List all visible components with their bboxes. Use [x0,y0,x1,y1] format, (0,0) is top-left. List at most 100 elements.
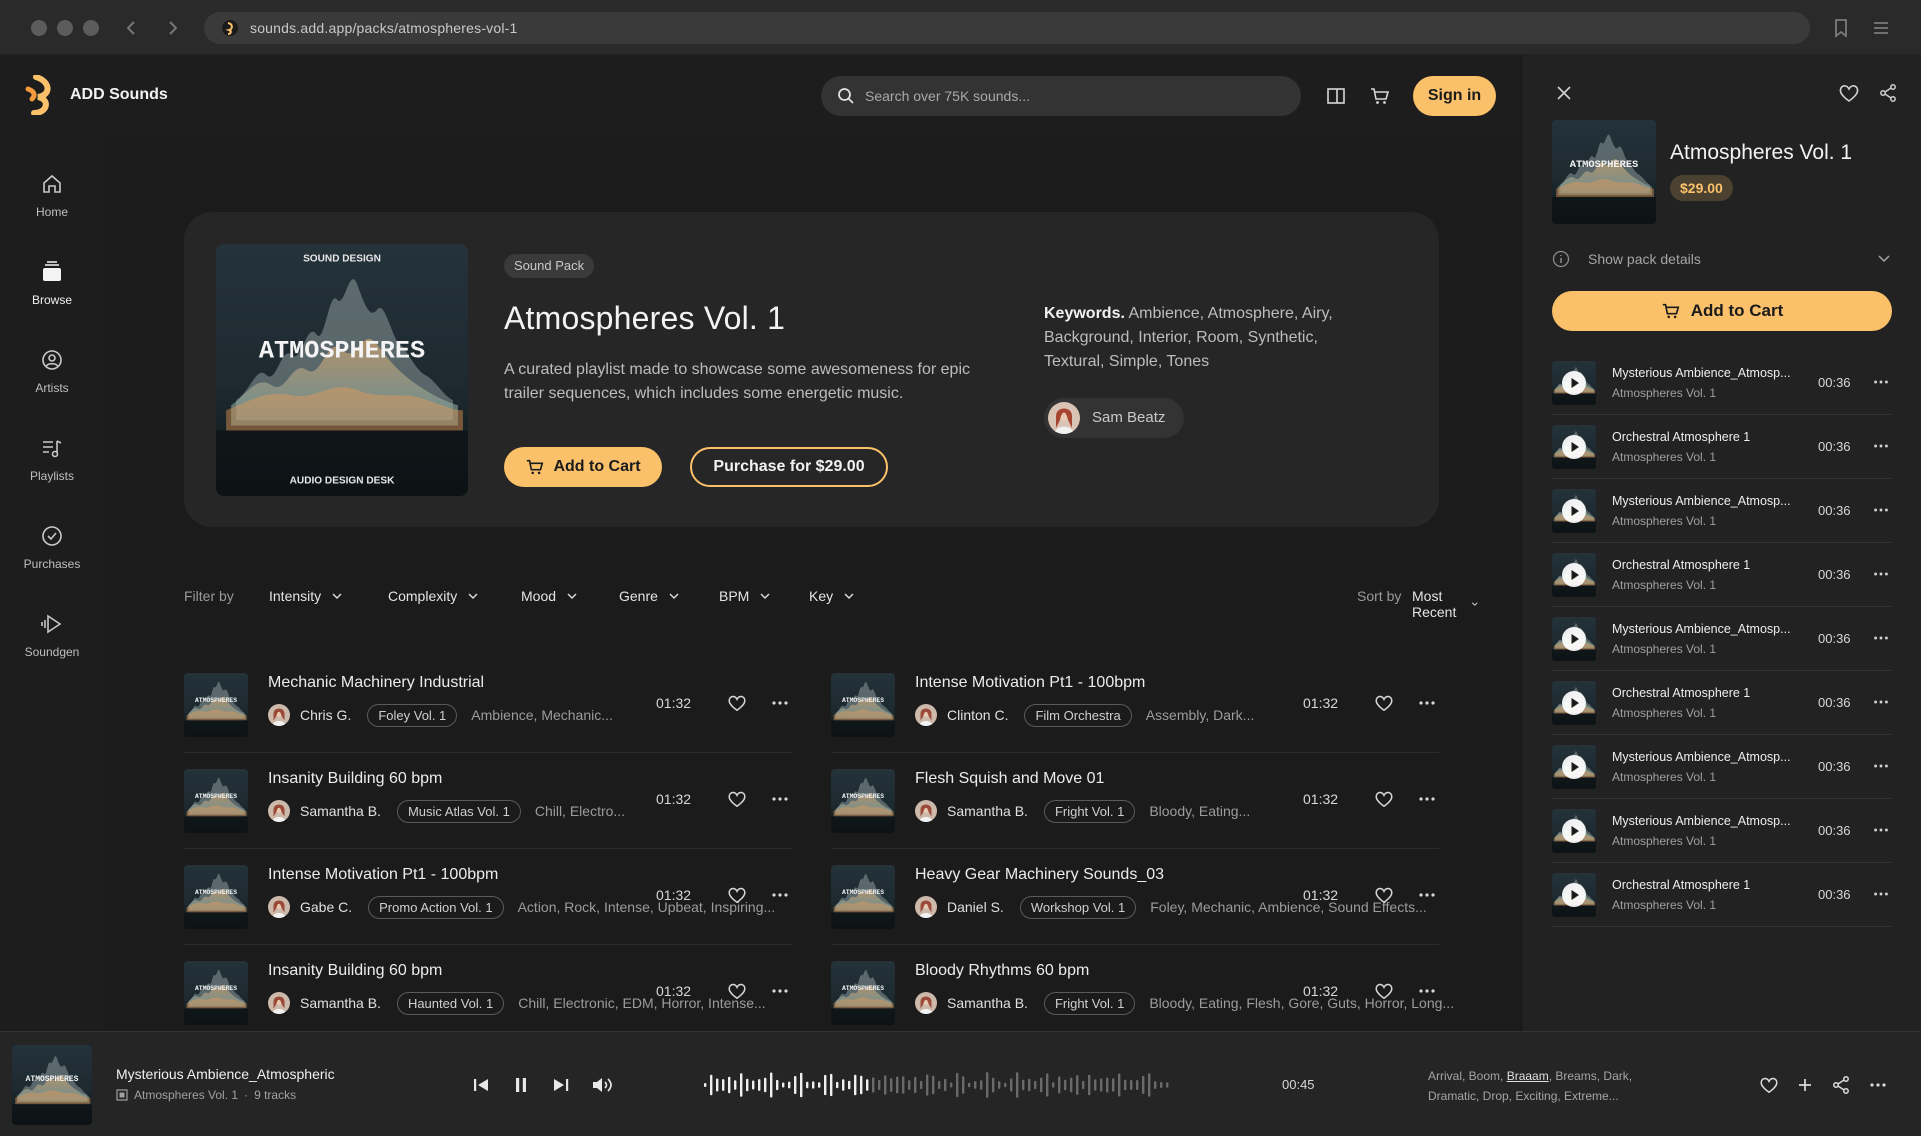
track-row[interactable]: ATMOSPHERES Insanity Building 60 bpm Saman… [184,945,792,1031]
heart-icon[interactable] [727,693,747,713]
add-to-cart-button[interactable]: Add to Cart [504,447,662,487]
heart-icon[interactable] [1838,83,1859,103]
track-pack-chip[interactable]: Fright Vol. 1 [1043,799,1136,823]
more-icon[interactable] [1872,629,1890,647]
panel-track-row[interactable]: Orchestral Atmosphere 1 Atmospheres Vol. … [1552,671,1892,735]
pause-icon[interactable] [510,1074,532,1096]
track-row[interactable]: ATMOSPHERES Intense Motivation Pt1 - 100b… [831,657,1439,753]
forward-icon[interactable] [160,16,184,40]
share-icon[interactable] [1878,83,1898,103]
filter-intensity[interactable]: Intensity [269,588,343,604]
more-icon[interactable] [1872,565,1890,583]
filter-bpm[interactable]: BPM [719,588,771,604]
more-icon[interactable] [1868,1075,1888,1095]
filter-genre[interactable]: Genre [619,588,680,604]
track-artist[interactable]: Gabe C. [300,899,352,915]
track-artist[interactable]: Samantha B. [947,803,1028,819]
window-minimize-dot[interactable] [57,20,73,36]
brand-name[interactable]: ADD Sounds [70,86,168,104]
more-icon[interactable] [1872,693,1890,711]
search-bar[interactable] [821,76,1301,116]
track-title[interactable]: Insanity Building 60 bpm [268,962,442,980]
next-track-icon[interactable] [550,1074,572,1096]
previous-track-icon[interactable] [470,1074,492,1096]
show-pack-details-toggle[interactable]: Show pack details [1552,247,1892,271]
track-row[interactable]: ATMOSPHERES Heavy Gear Machinery Sounds_0… [831,849,1439,945]
panel-add-to-cart-button[interactable]: Add to Cart [1552,291,1892,331]
window-close-dot[interactable] [31,20,47,36]
panel-track-row[interactable]: Mysterious Ambience_Atmosp... Atmospheres… [1552,799,1892,863]
back-icon[interactable] [120,16,144,40]
track-pack-chip[interactable]: Film Orchestra [1024,703,1132,727]
track-pack-chip[interactable]: Music Atlas Vol. 1 [396,799,521,823]
panel-track-title[interactable]: Mysterious Ambience_Atmosp... [1612,750,1791,764]
heart-icon[interactable] [1374,981,1394,1001]
sidebar-item-soundgen[interactable]: Soundgen [0,611,104,681]
track-pack-chip[interactable]: Promo Action Vol. 1 [368,895,504,919]
more-icon[interactable] [770,693,790,713]
sidebar-item-artists[interactable]: Artists [0,347,104,417]
track-artist[interactable]: Samantha B. [300,995,381,1011]
panel-track-row[interactable]: Orchestral Atmosphere 1 Atmospheres Vol. … [1552,415,1892,479]
more-icon[interactable] [1872,373,1890,391]
panel-track-row[interactable]: Orchestral Atmosphere 1 Atmospheres Vol. … [1552,863,1892,927]
heart-icon[interactable] [1759,1075,1779,1095]
more-icon[interactable] [1417,885,1437,905]
sidebar-item-playlists[interactable]: Playlists [0,435,104,505]
play-icon[interactable] [1562,819,1586,843]
track-row[interactable]: ATMOSPHERES Intense Motivation Pt1 - 100b… [184,849,792,945]
now-playing-pack[interactable]: Atmospheres Vol. 1 [134,1088,238,1102]
track-artist[interactable]: Samantha B. [300,803,381,819]
panel-track-title[interactable]: Mysterious Ambience_Atmosp... [1612,366,1791,380]
track-title[interactable]: Insanity Building 60 bpm [268,770,442,788]
sort-dropdown[interactable]: Most Recent [1412,588,1478,620]
play-icon[interactable] [1562,435,1586,459]
track-artist[interactable]: Clinton C. [947,707,1008,723]
play-icon[interactable] [1562,883,1586,907]
filter-complexity[interactable]: Complexity [388,588,479,604]
play-icon[interactable] [1562,755,1586,779]
track-row[interactable]: ATMOSPHERES Mechanic Machinery Industrial… [184,657,792,753]
track-row[interactable]: ATMOSPHERES Insanity Building 60 bpm Saman… [184,753,792,849]
more-icon[interactable] [1872,437,1890,455]
track-title[interactable]: Mechanic Machinery Industrial [268,674,484,692]
sidebar-toggle-icon[interactable] [1325,85,1347,107]
track-pack-chip[interactable]: Haunted Vol. 1 [396,991,505,1015]
bookmark-icon[interactable] [1829,16,1853,40]
play-icon[interactable] [1562,691,1586,715]
heart-icon[interactable] [727,789,747,809]
add-icon[interactable] [1795,1075,1815,1095]
track-cover-image[interactable]: ATMOSPHERES [184,673,248,737]
play-icon[interactable] [1562,627,1586,651]
sidebar-item-browse[interactable]: Browse [0,259,104,329]
track-pack-chip[interactable]: Fright Vol. 1 [1043,991,1136,1015]
track-cover-image[interactable]: ATMOSPHERES [831,865,895,929]
brand-logo-icon[interactable] [22,75,58,115]
track-artist[interactable]: Chris G. [300,707,351,723]
more-icon[interactable] [770,885,790,905]
track-cover-image[interactable]: ATMOSPHERES [831,673,895,737]
heart-icon[interactable] [727,981,747,1001]
more-icon[interactable] [1872,501,1890,519]
more-icon[interactable] [1872,757,1890,775]
track-title[interactable]: Bloody Rhythms 60 bpm [915,962,1089,980]
more-icon[interactable] [1417,981,1437,1001]
track-title[interactable]: Heavy Gear Machinery Sounds_03 [915,866,1164,884]
share-icon[interactable] [1831,1075,1851,1095]
track-row[interactable]: ATMOSPHERES Flesh Squish and Move 01 Saman… [831,753,1439,849]
panel-track-row[interactable]: Mysterious Ambience_Atmosp... Atmospheres… [1552,735,1892,799]
window-maximize-dot[interactable] [83,20,99,36]
track-pack-chip[interactable]: Workshop Vol. 1 [1019,895,1137,919]
heart-icon[interactable] [1374,885,1394,905]
search-input[interactable] [865,76,1285,116]
volume-icon[interactable] [590,1074,612,1096]
play-icon[interactable] [1562,371,1586,395]
play-icon[interactable] [1562,499,1586,523]
more-icon[interactable] [1417,789,1437,809]
panel-track-title[interactable]: Orchestral Atmosphere 1 [1612,558,1750,572]
panel-track-title[interactable]: Mysterious Ambience_Atmosp... [1612,494,1791,508]
track-cover-image[interactable]: ATMOSPHERES [831,961,895,1025]
menu-icon[interactable] [1869,16,1893,40]
heart-icon[interactable] [1374,693,1394,713]
cart-icon[interactable] [1369,85,1391,107]
